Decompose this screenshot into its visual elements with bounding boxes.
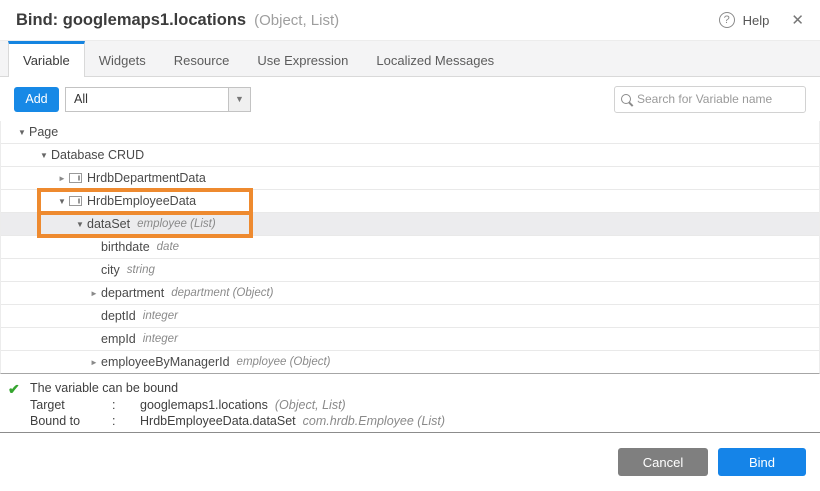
bind-dialog: Bind: googlemaps1.locations (Object, Lis… <box>0 0 820 491</box>
add-button[interactable]: Add <box>14 87 59 112</box>
tree-node-label: birthdate <box>101 240 150 254</box>
status-row-value: googlemaps1.locations <box>140 398 268 414</box>
tree-node-type: date <box>157 241 179 253</box>
tree-row-city[interactable]: city string <box>1 259 819 282</box>
tree-row-HrdbEmployeeData[interactable]: ▼ HrdbEmployeeData <box>1 190 819 213</box>
tree-row-empId[interactable]: empId integer <box>1 328 819 351</box>
tab-use-expression[interactable]: Use Expression <box>243 41 362 76</box>
tree-node-label: Page <box>29 125 58 139</box>
status-row: Bound to:HrdbEmployeeData.dataSet com.hrd… <box>30 414 820 430</box>
tree-node-label: dataSet <box>87 217 130 231</box>
tree-row-dataSet[interactable]: ▼dataSet employee (List) <box>1 213 819 236</box>
bind-button[interactable]: Bind <box>718 448 806 476</box>
tree-node-label: city <box>101 263 120 277</box>
tree-node-label: HrdbEmployeeData <box>87 194 196 208</box>
toolbar: Add All ▼ <box>0 77 820 121</box>
tree-node-label: Database CRUD <box>51 148 144 162</box>
tab-bar: VariableWidgetsResourceUse ExpressionLoc… <box>0 40 820 77</box>
status-row-label: Target <box>30 398 112 414</box>
tab-localized-messages[interactable]: Localized Messages <box>362 41 508 76</box>
tree-row-deptId[interactable]: deptId integer <box>1 305 819 328</box>
caret-down-icon[interactable]: ▼ <box>73 220 87 229</box>
status-row-colon: : <box>112 414 140 430</box>
tree-node-label: HrdbDepartmentData <box>87 171 206 185</box>
tree-node-label: employeeByManagerId <box>101 355 230 369</box>
variable-filter-select[interactable]: All ▼ <box>65 87 251 112</box>
tree-row-HrdbDepartmentData[interactable]: ► HrdbDepartmentData <box>1 167 819 190</box>
variable-icon <box>69 173 82 183</box>
tree-node-type: integer <box>143 333 178 345</box>
status-panel: ✔ The variable can be bound Target:googl… <box>0 374 820 433</box>
status-message: The variable can be bound <box>30 381 178 395</box>
caret-right-icon[interactable]: ► <box>87 289 101 298</box>
status-row-type: (Object, List) <box>275 398 346 414</box>
variable-icon <box>69 196 82 206</box>
help-link[interactable]: Help <box>743 13 770 28</box>
caret-right-icon[interactable]: ► <box>55 174 69 183</box>
tab-resource[interactable]: Resource <box>160 41 244 76</box>
tree-node-type: employee (List) <box>137 218 216 230</box>
caret-down-icon[interactable]: ▼ <box>37 151 51 160</box>
tree-node-type: integer <box>143 310 178 322</box>
tree-row-employeeByManagerId[interactable]: ►employeeByManagerId employee (Object) <box>1 351 819 374</box>
status-row-type: com.hrdb.Employee (List) <box>303 414 445 430</box>
tab-widgets[interactable]: Widgets <box>85 41 160 76</box>
variable-search <box>614 86 806 113</box>
caret-down-icon[interactable]: ▼ <box>55 197 69 206</box>
dialog-title: Bind: googlemaps1.locations <box>16 11 246 30</box>
tree-node-label: department <box>101 286 164 300</box>
tree-row-Page[interactable]: ▼Page <box>1 121 819 144</box>
status-row-label: Bound to <box>30 414 112 430</box>
variable-filter-value: All <box>66 92 228 106</box>
status-row: Target:googlemaps1.locations (Object, Lis… <box>30 398 820 414</box>
tree-row-birthdate[interactable]: birthdate date <box>1 236 819 259</box>
tab-variable[interactable]: Variable <box>8 41 85 77</box>
dialog-subtitle: (Object, List) <box>254 12 339 29</box>
search-icon <box>621 94 631 104</box>
tree-node-type: department (Object) <box>171 287 273 299</box>
status-row-value: HrdbEmployeeData.dataSet <box>140 414 296 430</box>
close-icon[interactable]: ✕ <box>791 11 804 29</box>
caret-right-icon[interactable]: ► <box>87 358 101 367</box>
chevron-down-icon: ▼ <box>228 88 250 111</box>
tree-row-Database CRUD[interactable]: ▼Database CRUD <box>1 144 819 167</box>
dialog-footer: Cancel Bind <box>0 433 820 491</box>
variable-tree: ▼Page▼Database CRUD►HrdbDepartmentData▼H… <box>0 121 820 374</box>
check-icon: ✔ <box>8 381 30 398</box>
caret-down-icon[interactable]: ▼ <box>15 128 29 137</box>
status-grid: Target:googlemaps1.locations (Object, Lis… <box>30 398 820 429</box>
tree-node-type: employee (Object) <box>237 356 331 368</box>
cancel-button[interactable]: Cancel <box>618 448 708 476</box>
status-row-colon: : <box>112 398 140 414</box>
tree-node-label: deptId <box>101 309 136 323</box>
dialog-header: Bind: googlemaps1.locations (Object, Lis… <box>0 0 820 40</box>
tree-node-type: string <box>127 264 155 276</box>
tree-row-department[interactable]: ►department department (Object) <box>1 282 819 305</box>
help-icon[interactable]: ? <box>719 12 735 28</box>
tree-node-label: empId <box>101 332 136 346</box>
search-input[interactable] <box>637 92 787 106</box>
